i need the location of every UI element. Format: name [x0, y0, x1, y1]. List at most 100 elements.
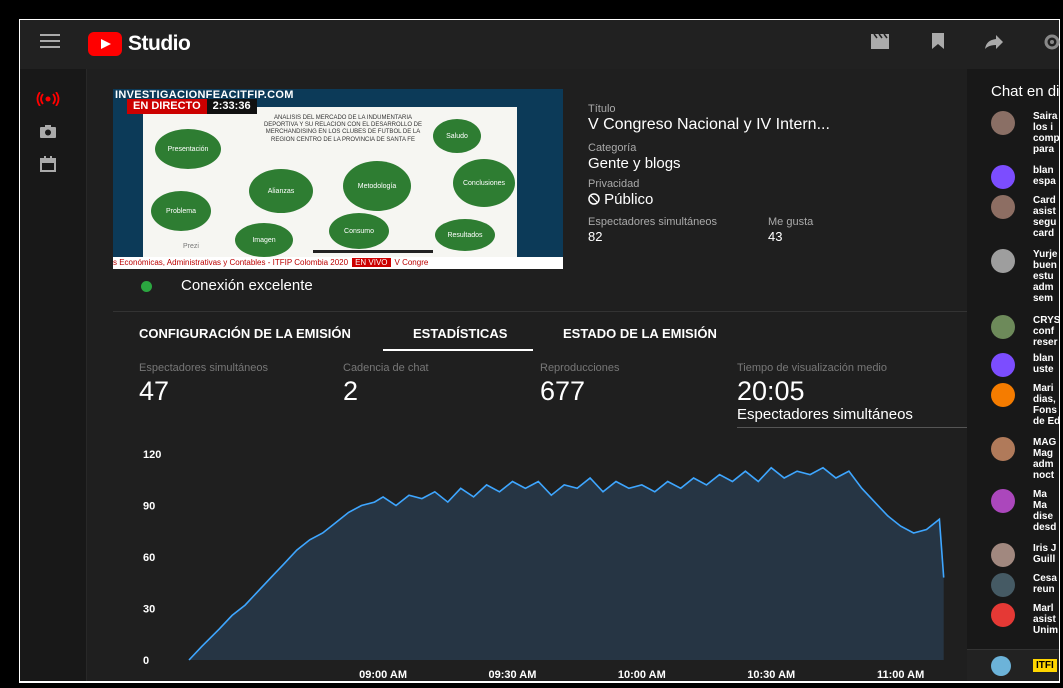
- preview-progress: [313, 250, 433, 253]
- y-tick-label: 90: [143, 501, 155, 513]
- x-tick-label: 10:00 AM: [618, 669, 666, 681]
- avatar: [991, 543, 1015, 567]
- studio-logo[interactable]: Studio: [88, 32, 191, 56]
- slide-bubble: Imagen: [235, 223, 293, 257]
- chat-message-text: Mari dias, Fons de Ed: [1033, 383, 1060, 427]
- stat-value: 47: [139, 376, 170, 406]
- tab-stream-settings[interactable]: CONFIGURACIÓN DE LA EMISIÓN: [139, 326, 351, 341]
- concurrent-label: Espectadores simultáneos: [588, 216, 718, 228]
- viewers-chart: 0 30 60 90 120 09:00 AM 09:30 AM 10:00 AM 10:30 …: [143, 449, 945, 681]
- left-sidebar: [19, 69, 87, 681]
- frame-border: [19, 681, 1060, 683]
- chat-message-text: blan uste: [1033, 353, 1054, 375]
- stat-value: 677: [540, 376, 586, 406]
- chat-message-text: CRYS conf reser: [1033, 315, 1060, 348]
- avatar: [991, 573, 1015, 597]
- chat-message-text: Cesa reun: [1033, 573, 1057, 595]
- share-icon[interactable]: [982, 32, 1006, 56]
- settings-icon[interactable]: [1040, 32, 1060, 56]
- presentation-slide: ANALISIS DEL MERCADO DE LA INDUMENTARIA …: [143, 107, 517, 257]
- chat-message-text: Iris J Guill: [1033, 543, 1057, 565]
- avatar: [991, 437, 1015, 461]
- x-tick-label: 09:30 AM: [489, 669, 537, 681]
- concurrent-value: 82: [588, 229, 603, 244]
- slide-bubble: Resultados: [435, 219, 495, 251]
- series-area: [189, 467, 944, 660]
- avatar: [991, 489, 1015, 513]
- privacy-value: Público: [604, 191, 654, 208]
- channel-tag: ITFI: [1033, 659, 1057, 672]
- chat-message-text: Ma Ma dise desd: [1033, 489, 1057, 533]
- stream-preview[interactable]: ANALISIS DEL MERCADO DE LA INDUMENTARIA …: [113, 89, 563, 269]
- y-tick-label: 60: [143, 552, 155, 564]
- avatar: [991, 195, 1015, 219]
- prezi-label: Prezi: [183, 243, 199, 250]
- live-chat-panel: Chat en directo Saira los i comp para bla…: [967, 69, 1060, 681]
- stat-label: Cadencia de chat: [343, 362, 429, 374]
- slide-bubble: Presentación: [155, 129, 221, 169]
- live-icon[interactable]: [34, 89, 62, 113]
- category-label: Categoría: [588, 142, 637, 154]
- chat-message-text: Marl asist Unim: [1033, 603, 1058, 636]
- connection-status-dot: [141, 281, 152, 292]
- tab-stream-health[interactable]: ESTADO DE LA EMISIÓN: [563, 326, 717, 341]
- avatar: [991, 165, 1015, 189]
- likes-value: 43: [768, 229, 783, 244]
- camera-icon[interactable]: [34, 121, 62, 145]
- stat-label: Espectadores simultáneos: [139, 362, 269, 374]
- stat-value: 2: [343, 376, 359, 406]
- ticker-tail: V Congre: [394, 258, 429, 267]
- main-content: ANALISIS DEL MERCADO DE LA INDUMENTARIA …: [87, 69, 967, 681]
- chat-message-text: MAG Mag adm noct: [1033, 437, 1057, 481]
- chat-input-bar[interactable]: ITFI: [967, 649, 1059, 681]
- y-tick-label: 30: [143, 604, 155, 616]
- chat-message-text: Yurje buen estu adm sem: [1033, 249, 1058, 304]
- x-tick-label: 11:00 AM: [877, 669, 924, 681]
- menu-icon[interactable]: [40, 34, 60, 50]
- slide-bubble: Conclusiones: [453, 159, 515, 207]
- metadata-counts: Espectadores simultáneos 82 Me gusta 43: [588, 216, 958, 244]
- x-tick-label: 09:00 AM: [359, 669, 407, 681]
- chat-message-text: blan espa: [1033, 165, 1056, 187]
- stat-value: 20:05: [737, 376, 805, 406]
- slide-bubble: Metodología: [343, 161, 411, 211]
- avatar: [991, 603, 1015, 627]
- avatar: [991, 656, 1011, 676]
- slide-bubble: Alianzas: [249, 169, 313, 213]
- avatar: [991, 315, 1015, 339]
- category-value: Gente y blogs: [588, 155, 681, 172]
- connection-status: Conexión excelente: [181, 277, 313, 294]
- title-label: Título: [588, 103, 616, 115]
- avatar: [991, 353, 1015, 377]
- live-label: EN DIRECTO: [127, 99, 207, 114]
- top-bar: Studio: [19, 19, 1060, 69]
- clapperboard-icon[interactable]: [868, 32, 892, 56]
- x-tick-label: 10:30 AM: [747, 669, 795, 681]
- ticker-badge: EN VIVO: [352, 258, 391, 267]
- active-tab-indicator: [383, 349, 533, 351]
- slide-bubble: Consumo: [329, 213, 389, 249]
- y-tick-label: 0: [143, 655, 149, 667]
- privacy-row: Público: [588, 191, 958, 208]
- live-time: 2:33:36: [206, 99, 257, 114]
- stream-metadata: Título V Congreso Nacional y IV Intern..…: [588, 103, 958, 244]
- ticker-bar: s Económicas, Administrativas y Contable…: [113, 257, 563, 269]
- youtube-logo: [88, 32, 122, 56]
- slide-bubble: Saludo: [433, 119, 481, 153]
- ticker-text: s Económicas, Administrativas y Contable…: [113, 258, 349, 267]
- globe-icon: [588, 193, 600, 205]
- metric-dropdown[interactable]: Espectadores simultáneos: [737, 406, 967, 428]
- y-tick-label: 120: [143, 449, 161, 461]
- slide-title: ANALISIS DEL MERCADO DE LA INDUMENTARIA …: [263, 115, 423, 143]
- stat-label: Tiempo de visualización medio: [737, 362, 887, 374]
- avatar: [991, 383, 1015, 407]
- bookmark-icon[interactable]: [926, 32, 950, 56]
- live-badge: EN DIRECTO 2:33:36: [127, 99, 257, 114]
- window-frame: Studio ANALISIS DEL MERCADO DE LA INDUME…: [0, 0, 1063, 688]
- chat-title: Chat en directo: [991, 83, 1060, 100]
- stat-label: Reproducciones: [540, 362, 620, 374]
- chat-message-text: Card asist segu card: [1033, 195, 1057, 239]
- app-name: Studio: [128, 32, 191, 55]
- tab-analytics[interactable]: ESTADÍSTICAS: [413, 326, 507, 341]
- calendar-icon[interactable]: [34, 155, 62, 179]
